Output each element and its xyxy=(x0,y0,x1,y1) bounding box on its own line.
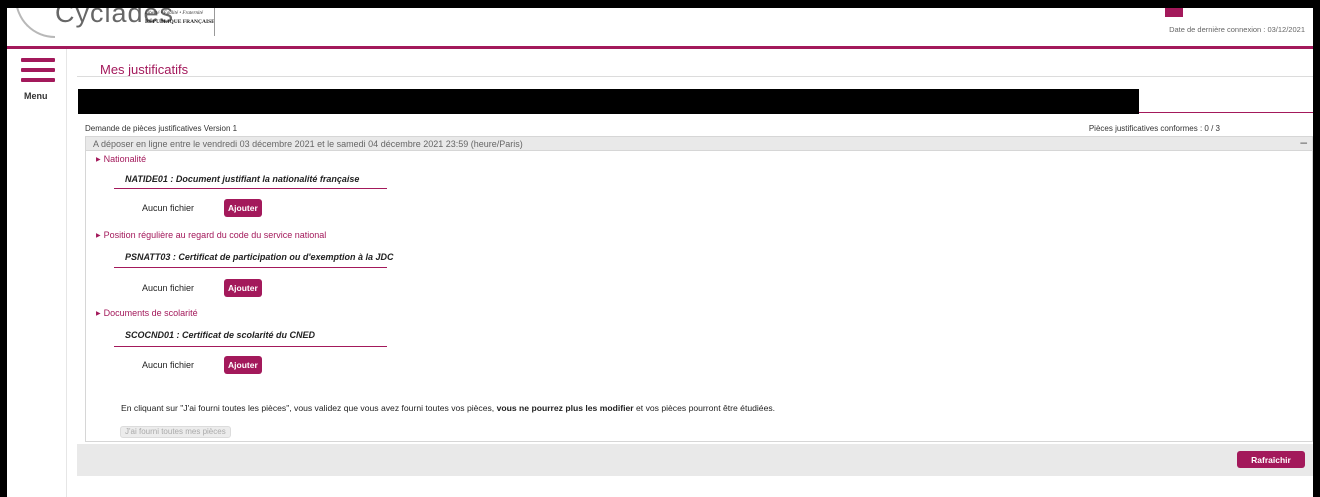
add-file-button[interactable]: Ajouter xyxy=(224,199,262,217)
redacted-block xyxy=(78,89,1139,114)
caret-right-icon: ▶ xyxy=(96,233,101,239)
document-divider xyxy=(114,267,387,268)
title-divider xyxy=(77,76,1313,77)
no-file-label: Aucun fichier xyxy=(142,283,195,293)
section-toggle[interactable]: ▶ Documents de scolarité xyxy=(96,308,198,318)
deposit-window-text: A déposer en ligne entre le vendredi 03 … xyxy=(93,139,523,149)
section-toggle[interactable]: ▶ Position régulière au regard du code du… xyxy=(96,230,326,240)
redacted-underline xyxy=(1139,112,1313,113)
refresh-button[interactable]: Rafraîchir xyxy=(1237,451,1305,468)
document-divider xyxy=(114,346,387,347)
no-file-label: Aucun fichier xyxy=(142,360,195,370)
section-label: Position régulière au regard du code du … xyxy=(103,230,327,240)
hamburger-menu-icon[interactable] xyxy=(21,58,55,84)
section-schooling: ▶ Documents de scolarité xyxy=(96,308,198,318)
no-file-label: Aucun fichier xyxy=(142,203,195,213)
republic-name: RÉPUBLIQUE FRANÇAISE xyxy=(145,19,215,25)
header: Cyclades Liberté • Égalité • Fraternité … xyxy=(7,8,1313,46)
panel-header[interactable]: A déposer en ligne entre le vendredi 03 … xyxy=(86,135,1312,151)
brand-logo-arc xyxy=(15,8,55,38)
submission-notice: En cliquant sur "J'ai fourni toutes les … xyxy=(121,403,841,413)
caret-right-icon: ▶ xyxy=(96,157,101,163)
document-divider xyxy=(114,188,387,189)
last-login-date: Date de dernière connexion : 03/12/2021 xyxy=(1169,25,1305,34)
notice-text-end: et vos pièces pourront être étudiées. xyxy=(633,403,776,413)
header-separator xyxy=(214,8,215,36)
collapse-icon[interactable]: – xyxy=(1300,135,1307,149)
side-menu: Menu xyxy=(7,49,67,497)
section-label: Documents de scolarité xyxy=(103,308,198,318)
document-title: NATIDE01 : Document justifiant la nation… xyxy=(125,174,360,184)
republic-motto: Liberté • Égalité • Fraternité xyxy=(145,11,203,16)
menu-label[interactable]: Menu xyxy=(24,91,48,101)
page-title: Mes justificatifs xyxy=(100,62,189,77)
documents-panel: A déposer en ligne entre le vendredi 03 … xyxy=(85,135,1313,442)
user-account-icon[interactable] xyxy=(1165,8,1183,17)
page: Cyclades Liberté • Égalité • Fraternité … xyxy=(7,8,1313,497)
add-file-button[interactable]: Ajouter xyxy=(224,356,262,374)
notice-text-start: En cliquant sur "J'ai fourni toutes les … xyxy=(121,403,497,413)
section-label: Nationalité xyxy=(103,154,147,164)
document-title: PSNATT03 : Certificat de participation o… xyxy=(125,252,394,262)
conforming-pieces-count: Pièces justificatives conformes : 0 / 3 xyxy=(1088,124,1220,133)
header-accent-bar xyxy=(7,46,1313,49)
all-documents-provided-button[interactable]: J'ai fourni toutes mes pièces xyxy=(120,426,231,438)
footer-bar xyxy=(77,444,1313,476)
section-nationality: ▶ Nationalité xyxy=(96,154,146,164)
caret-right-icon: ▶ xyxy=(96,311,101,317)
request-version: Demande de pièces justificatives Version… xyxy=(85,124,238,133)
document-title: SCOCND01 : Certificat de scolarité du CN… xyxy=(125,330,316,340)
notice-warning: vous ne pourrez plus les modifier xyxy=(496,403,634,413)
republic-logo: Liberté • Égalité • Fraternité RÉPUBLIQU… xyxy=(145,10,215,26)
add-file-button[interactable]: Ajouter xyxy=(224,279,262,297)
section-national-service: ▶ Position régulière au regard du code du… xyxy=(96,230,326,240)
section-toggle[interactable]: ▶ Nationalité xyxy=(96,154,146,164)
